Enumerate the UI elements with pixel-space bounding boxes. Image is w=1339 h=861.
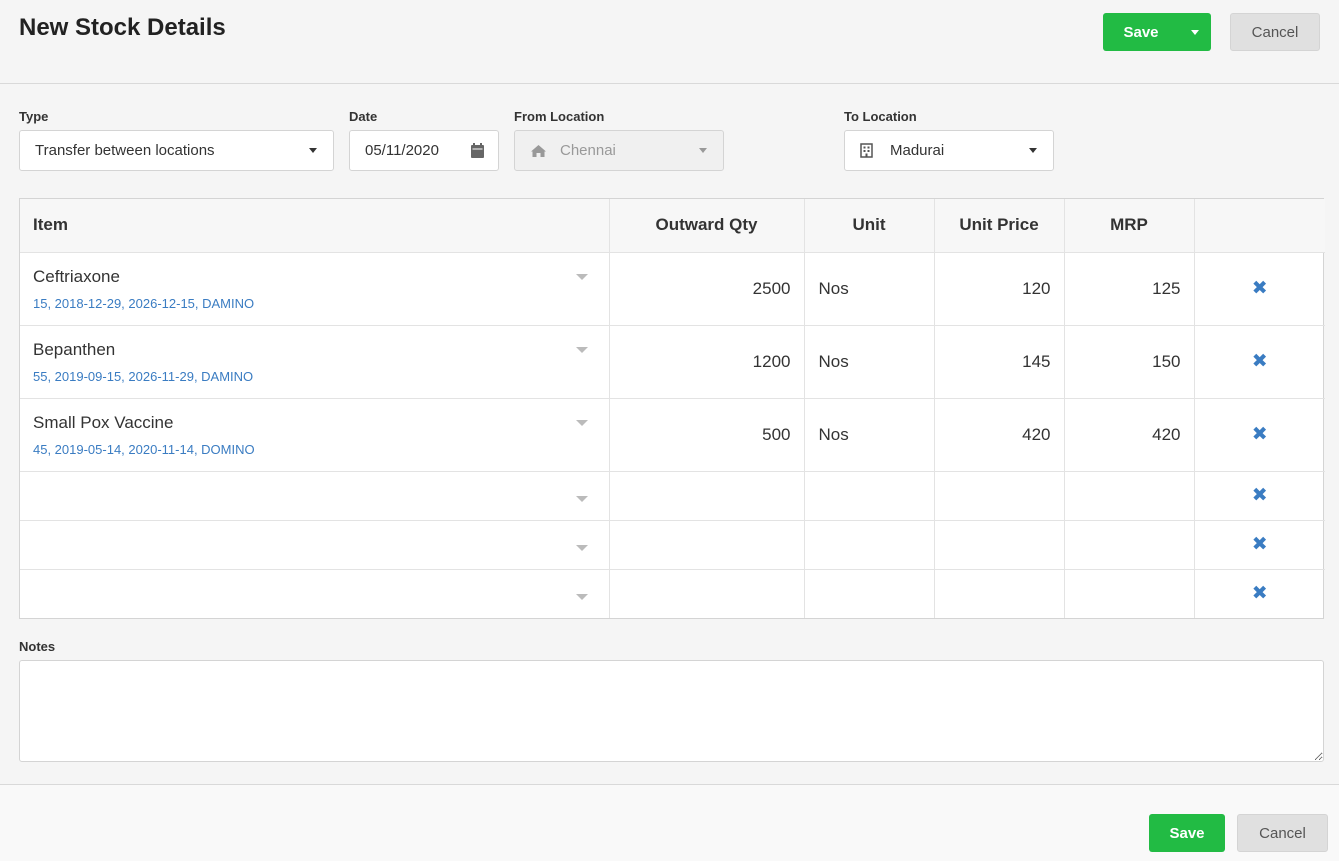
item-name: Ceftriaxone	[33, 266, 120, 286]
unit-price-cell[interactable]: 120	[934, 252, 1065, 326]
table-row: Ceftriaxone 15, 2018-12-29, 2026-12-15, …	[20, 252, 1325, 326]
caret-down-icon	[575, 544, 588, 551]
column-header-mrp: MRP	[1064, 199, 1195, 253]
remove-row-cell: ✖	[1194, 252, 1325, 326]
unit-cell: Nos	[804, 325, 935, 399]
save-options-dropdown[interactable]	[1179, 13, 1211, 51]
caret-down-icon	[575, 346, 588, 353]
save-button-group: Save	[1103, 13, 1211, 51]
column-header-unit: Unit	[804, 199, 935, 253]
from-location-value: Chennai	[560, 142, 616, 159]
item-select[interactable]: Bepanthen 55, 2019-09-15, 2026-11-29, DA…	[20, 325, 610, 399]
date-label: Date	[349, 109, 378, 124]
remove-row-cell: ✖	[1194, 398, 1325, 472]
caret-down-icon	[1013, 148, 1053, 153]
unit-price-cell[interactable]: 420	[934, 398, 1065, 472]
table-row: Small Pox Vaccine 45, 2019-05-14, 2020-1…	[20, 398, 1325, 472]
caret-down-icon	[293, 148, 333, 153]
mrp-cell[interactable]: 125	[1064, 252, 1195, 326]
table-row: ✖	[20, 569, 1325, 618]
item-name: Small Pox Vaccine	[33, 412, 174, 432]
mrp-cell[interactable]: 420	[1064, 398, 1195, 472]
column-header-outward-qty: Outward Qty	[609, 199, 805, 253]
notes-textarea[interactable]	[19, 660, 1324, 762]
table-row: ✖	[20, 520, 1325, 570]
unit-price-cell[interactable]	[934, 520, 1065, 570]
outward-qty-input[interactable]: 500	[609, 398, 805, 472]
calendar-icon[interactable]	[456, 143, 498, 158]
footer-cancel-button[interactable]: Cancel	[1237, 814, 1328, 852]
home-icon	[530, 144, 560, 158]
caret-down-icon	[575, 273, 588, 280]
table-header-row: Item Outward Qty Unit Unit Price MRP	[20, 199, 1325, 253]
remove-row-icon[interactable]: ✖	[1252, 352, 1268, 371]
type-select[interactable]: Transfer between locations	[19, 130, 334, 171]
item-batch-info: 55, 2019-09-15, 2026-11-29, DAMINO	[33, 368, 254, 384]
caret-down-icon	[575, 593, 588, 600]
caret-down-icon	[575, 419, 588, 426]
column-header-unit-price: Unit Price	[934, 199, 1065, 253]
outward-qty-input[interactable]: 1200	[609, 325, 805, 399]
mrp-cell[interactable]	[1064, 569, 1195, 618]
item-select[interactable]	[20, 520, 610, 570]
items-table: Item Outward Qty Unit Unit Price MRP Cef…	[19, 198, 1325, 619]
mrp-cell[interactable]: 150	[1064, 325, 1195, 399]
item-batch-info: 15, 2018-12-29, 2026-12-15, DAMINO	[33, 295, 255, 311]
unit-price-cell[interactable]	[934, 569, 1065, 618]
remove-row-cell: ✖	[1194, 471, 1325, 521]
chevron-down-icon	[1191, 29, 1199, 35]
remove-row-icon[interactable]: ✖	[1252, 279, 1268, 298]
table-row: Bepanthen 55, 2019-09-15, 2026-11-29, DA…	[20, 325, 1325, 399]
remove-row-icon[interactable]: ✖	[1252, 535, 1268, 554]
item-select[interactable]: Small Pox Vaccine 45, 2019-05-14, 2020-1…	[20, 398, 610, 472]
remove-row-cell: ✖	[1194, 325, 1325, 399]
type-value: Transfer between locations	[35, 142, 215, 159]
unit-cell: Nos	[804, 252, 935, 326]
remove-row-cell: ✖	[1194, 569, 1325, 618]
caret-down-icon	[575, 495, 588, 502]
remove-row-icon[interactable]: ✖	[1252, 486, 1268, 505]
type-label: Type	[19, 109, 49, 124]
from-location-label: From Location	[514, 109, 605, 124]
footer-save-button[interactable]: Save	[1149, 814, 1225, 852]
date-input[interactable]: 05/11/2020	[349, 130, 499, 171]
page-footer: Save Cancel	[0, 784, 1339, 861]
date-value: 05/11/2020	[365, 142, 439, 159]
column-header-actions	[1194, 199, 1325, 253]
item-name: Bepanthen	[33, 339, 116, 359]
notes-label: Notes	[19, 639, 56, 654]
save-button[interactable]: Save	[1103, 13, 1179, 51]
cancel-button[interactable]: Cancel	[1230, 13, 1320, 51]
item-select[interactable]	[20, 471, 610, 521]
column-header-item: Item	[20, 199, 610, 253]
unit-price-cell[interactable]: 145	[934, 325, 1065, 399]
to-location-select[interactable]: Madurai	[844, 130, 1054, 171]
mrp-cell[interactable]	[1064, 471, 1195, 521]
unit-cell: Nos	[804, 398, 935, 472]
item-select[interactable]: Ceftriaxone 15, 2018-12-29, 2026-12-15, …	[20, 252, 610, 326]
to-location-value: Madurai	[890, 142, 945, 159]
item-batch-info: 45, 2019-05-14, 2020-11-14, DOMINO	[33, 441, 255, 457]
mrp-cell[interactable]	[1064, 520, 1195, 570]
caret-down-icon	[683, 148, 723, 153]
outward-qty-input[interactable]	[609, 520, 805, 570]
to-location-label: To Location	[844, 109, 917, 124]
remove-row-icon[interactable]: ✖	[1252, 584, 1268, 603]
outward-qty-input[interactable]	[609, 569, 805, 618]
building-icon	[860, 143, 890, 158]
remove-row-cell: ✖	[1194, 520, 1325, 570]
item-select[interactable]	[20, 569, 610, 618]
unit-cell	[804, 569, 935, 618]
unit-cell	[804, 520, 935, 570]
page-header: New Stock Details Save Cancel	[0, 0, 1339, 84]
from-location-select: Chennai	[514, 130, 724, 171]
table-row: ✖	[20, 471, 1325, 521]
unit-cell	[804, 471, 935, 521]
unit-price-cell[interactable]	[934, 471, 1065, 521]
outward-qty-input[interactable]: 2500	[609, 252, 805, 326]
remove-row-icon[interactable]: ✖	[1252, 425, 1268, 444]
page-title: New Stock Details	[19, 14, 226, 41]
outward-qty-input[interactable]	[609, 471, 805, 521]
